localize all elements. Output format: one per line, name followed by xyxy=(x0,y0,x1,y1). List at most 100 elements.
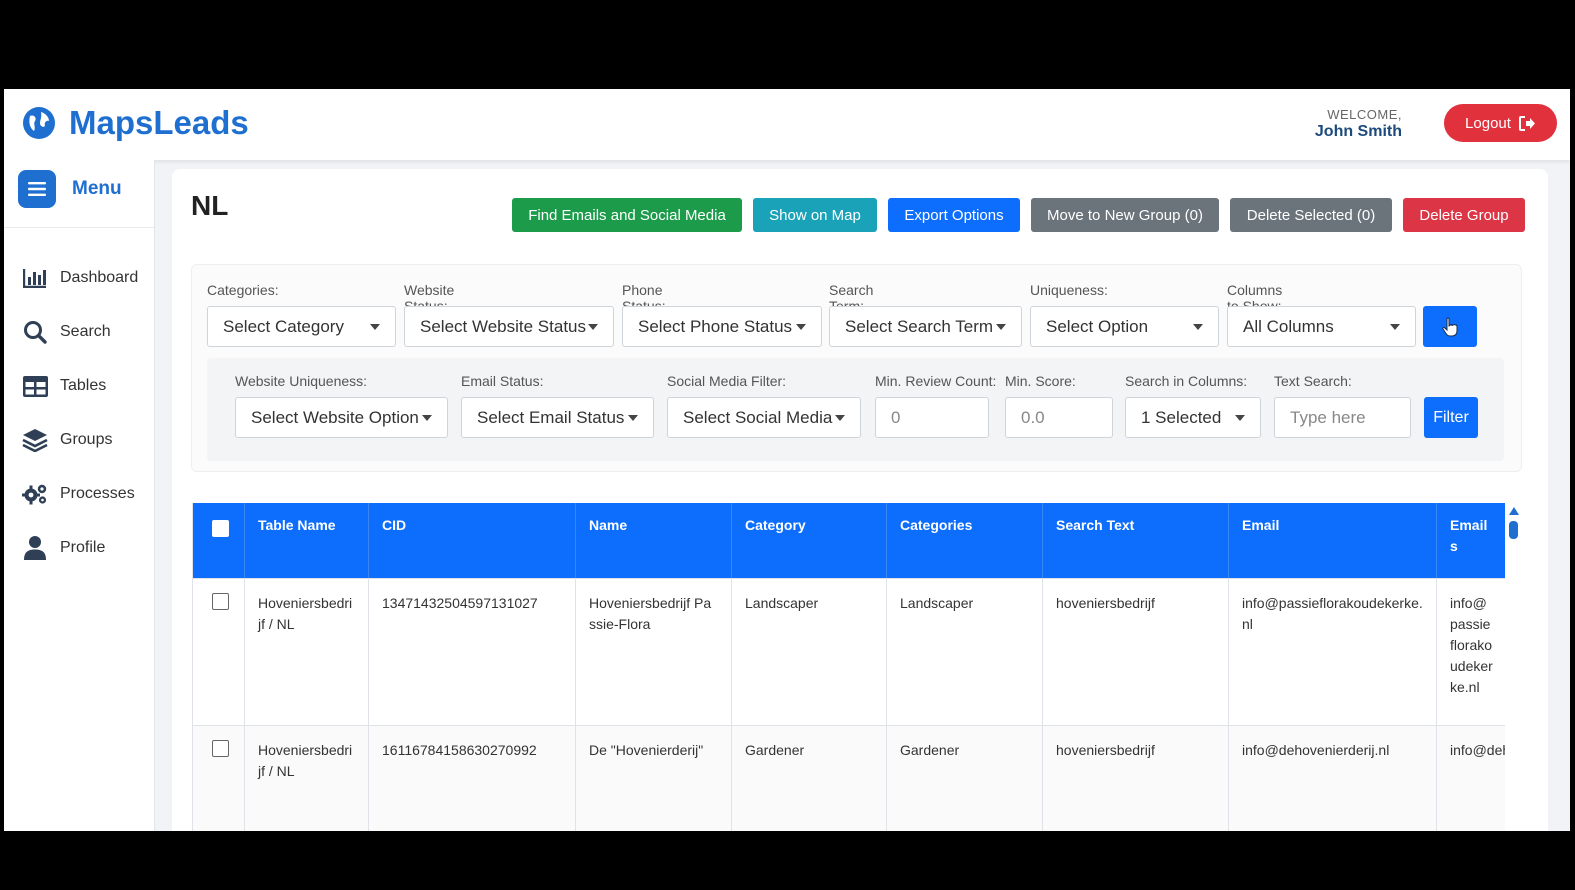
website-uniqueness-select[interactable]: Select Website Option xyxy=(235,397,448,438)
column-header[interactable]: Emails xyxy=(1437,503,1505,578)
website-uniqueness-filter: Website Uniqueness: Select Website Optio… xyxy=(235,373,448,438)
sidebar-item-groups[interactable]: Groups xyxy=(22,413,138,467)
social-media-filter: Social Media Filter: Select Social Media xyxy=(667,373,861,438)
select-value: All Columns xyxy=(1243,316,1334,336)
row-select-cell xyxy=(193,579,245,725)
filter-label: Social Media Filter: xyxy=(667,373,787,389)
cell-category: Landscaper xyxy=(732,579,887,725)
scroll-up-icon[interactable] xyxy=(1509,507,1519,515)
cell-cid: 13471432504597131027 xyxy=(369,579,576,725)
select-all-checkbox[interactable] xyxy=(212,520,229,537)
min-score-filter: Min. Score: 0.0 xyxy=(1005,373,1113,438)
column-header[interactable]: Table Name xyxy=(245,503,369,578)
row-checkbox[interactable] xyxy=(212,740,229,757)
text-search-input[interactable]: Type here xyxy=(1274,397,1411,438)
sidebar-item-processes[interactable]: Processes xyxy=(22,467,138,521)
move-to-new-group-button[interactable]: Move to New Group (0) xyxy=(1031,198,1219,232)
sidebar-item-label: Profile xyxy=(60,539,106,556)
logout-label: Logout xyxy=(1465,114,1511,132)
delete-selected-button[interactable]: Delete Selected (0) xyxy=(1230,198,1392,232)
filter-button[interactable]: Filter xyxy=(1424,397,1478,438)
sidebar-item-label: Dashboard xyxy=(60,269,139,286)
min-review-count-input[interactable]: 0 xyxy=(875,397,989,438)
apply-columns-button[interactable] xyxy=(1423,306,1477,347)
cell-table-name: Hoveniersbedrijf / NL xyxy=(245,579,369,725)
cell-categories: Landscaper xyxy=(887,579,1043,725)
row-checkbox[interactable] xyxy=(212,593,229,610)
column-header[interactable]: Categories xyxy=(887,503,1043,578)
table-scrollbar[interactable] xyxy=(1507,503,1521,831)
filter-label: Min. Review Count: xyxy=(875,373,997,389)
sidebar-item-dashboard[interactable]: Dashboard xyxy=(22,251,138,305)
caret-down-icon xyxy=(628,415,638,421)
brand-name: MapsLeads xyxy=(69,104,249,141)
search-in-columns-filter: Search in Columns: 1 Selected xyxy=(1125,373,1261,438)
table-row[interactable]: Hoveniersbedrijf / NL 134714325045971310… xyxy=(193,578,1505,725)
column-header[interactable]: Search Text xyxy=(1043,503,1229,578)
select-value: 1 Selected xyxy=(1141,407,1222,427)
categories-select[interactable]: Select Category xyxy=(207,306,396,347)
caret-down-icon xyxy=(796,324,806,330)
column-header[interactable]: CID xyxy=(369,503,576,578)
cell-name: De "Hovenierderij" xyxy=(576,726,732,831)
bar-chart-icon xyxy=(22,265,48,291)
cell-cid: 16116784158630270992 xyxy=(369,726,576,831)
cell-name: Hoveniersbedrijf Passie-Flora xyxy=(576,579,732,725)
sidebar-item-tables[interactable]: Tables xyxy=(22,359,138,413)
sidebar-item-profile[interactable]: Profile xyxy=(22,521,138,575)
welcome-block: WELCOME, John Smith xyxy=(1315,107,1402,141)
caret-down-icon xyxy=(835,415,845,421)
menu-divider xyxy=(4,227,154,228)
filter-label: Min. Score: xyxy=(1005,373,1076,389)
column-header[interactable]: Email xyxy=(1229,503,1437,578)
brand[interactable]: MapsLeads xyxy=(22,104,249,142)
columns-to-show-filter: Columns to Show: All Columns xyxy=(1227,282,1416,347)
top-bar: MapsLeads WELCOME, John Smith Logout xyxy=(4,89,1570,160)
filter-label: Email Status: xyxy=(461,373,544,389)
select-value: Select Phone Status xyxy=(638,316,793,336)
cell-category: Gardener xyxy=(732,726,887,831)
user-icon xyxy=(22,535,48,561)
filter-panel: Categories: Select Category Website Stat… xyxy=(191,264,1522,472)
gears-icon xyxy=(22,481,48,507)
filter-label: Search in Columns: xyxy=(1125,373,1248,389)
table-row[interactable]: Hoveniersbedrijf / NL 161167841586302709… xyxy=(193,725,1505,831)
hamburger-icon[interactable] xyxy=(18,170,56,208)
column-header[interactable]: Category xyxy=(732,503,887,578)
logout-button[interactable]: Logout xyxy=(1444,104,1557,142)
cell-search-text: hoveniersbedrijf xyxy=(1043,579,1229,725)
email-status-select[interactable]: Select Email Status xyxy=(461,397,654,438)
social-media-select[interactable]: Select Social Media xyxy=(667,397,861,438)
search-term-select[interactable]: Select Search Term xyxy=(829,306,1022,347)
text-search-filter: Text Search: Type here xyxy=(1274,373,1411,438)
select-all-cell xyxy=(193,503,245,578)
show-on-map-button[interactable]: Show on Map xyxy=(753,198,877,232)
table-header-row: Table Name CID Name Category Categories … xyxy=(193,503,1505,578)
find-emails-button[interactable]: Find Emails and Social Media xyxy=(512,198,742,232)
website-status-select[interactable]: Select Website Status xyxy=(404,306,614,347)
column-header[interactable]: Name xyxy=(576,503,732,578)
export-options-button[interactable]: Export Options xyxy=(888,198,1020,232)
sidebar-nav: Dashboard Search Tables Groups Processes… xyxy=(22,251,138,575)
menu-label: Menu xyxy=(72,178,122,199)
sign-out-icon xyxy=(1518,115,1535,131)
scroll-thumb[interactable] xyxy=(1509,521,1518,539)
cell-categories: Gardener xyxy=(887,726,1043,831)
layers-icon xyxy=(22,427,48,453)
delete-group-button[interactable]: Delete Group xyxy=(1403,198,1525,232)
sidebar-item-search[interactable]: Search xyxy=(22,305,138,359)
min-score-input[interactable]: 0.0 xyxy=(1005,397,1113,438)
user-name: John Smith xyxy=(1314,123,1402,140)
sidebar-item-label: Processes xyxy=(60,485,135,502)
select-value: Select Option xyxy=(1046,316,1149,336)
search-term-filter: Search Term: Select Search Term xyxy=(829,282,1022,347)
filter-label: Website Uniqueness: xyxy=(235,373,368,389)
phone-status-select[interactable]: Select Phone Status xyxy=(622,306,822,347)
uniqueness-select[interactable]: Select Option xyxy=(1030,306,1219,347)
cell-email: info@dehovenierderij.nl xyxy=(1229,726,1437,831)
page-title: NL xyxy=(191,190,229,221)
search-in-columns-select[interactable]: 1 Selected xyxy=(1125,397,1261,438)
columns-to-show-select[interactable]: All Columns xyxy=(1227,306,1416,347)
website-status-filter: Website Status: Select Website Status xyxy=(404,282,614,347)
menu-toggle[interactable]: Menu xyxy=(18,170,122,208)
